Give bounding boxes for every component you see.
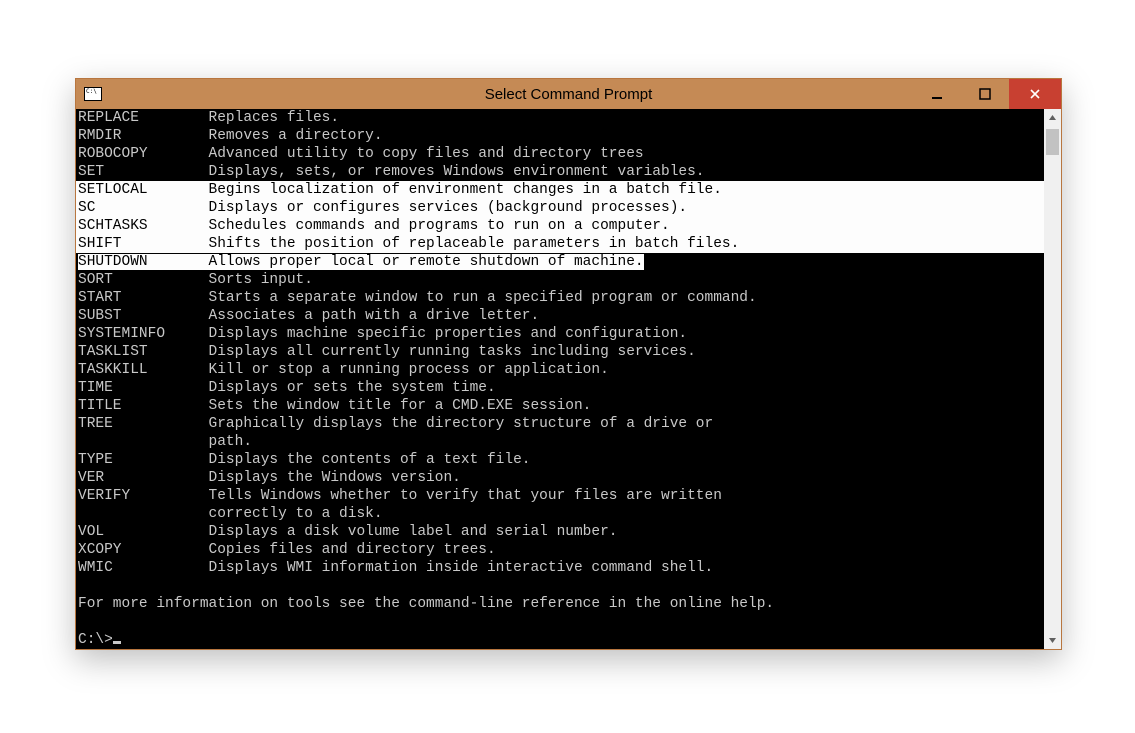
terminal-line: SETLOCAL Begins localization of environm…	[76, 181, 1044, 199]
terminal-line: REPLACE Replaces files.	[76, 109, 1044, 127]
minimize-button[interactable]	[913, 79, 961, 109]
terminal-output[interactable]: REPLACE Replaces files.RMDIR Removes a d…	[76, 109, 1044, 649]
system-menu-icon[interactable]	[84, 87, 102, 101]
close-button[interactable]	[1009, 79, 1061, 109]
terminal-line: SORT Sorts input.	[76, 271, 1044, 289]
titlebar[interactable]: Select Command Prompt	[76, 79, 1061, 109]
terminal-line: VOL Displays a disk volume label and ser…	[76, 523, 1044, 541]
terminal-line: SCHTASKS Schedules commands and programs…	[76, 217, 1044, 235]
terminal-line: ROBOCOPY Advanced utility to copy files …	[76, 145, 1044, 163]
client-area: REPLACE Replaces files.RMDIR Removes a d…	[76, 109, 1061, 649]
terminal-line: WMIC Displays WMI information inside int…	[76, 559, 1044, 577]
terminal-prompt[interactable]: C:\>	[76, 631, 1044, 649]
terminal-line: path.	[76, 433, 1044, 451]
cursor	[113, 641, 121, 644]
window-buttons	[913, 79, 1061, 109]
terminal-line: SET Displays, sets, or removes Windows e…	[76, 163, 1044, 181]
terminal-line: START Starts a separate window to run a …	[76, 289, 1044, 307]
scroll-down-button[interactable]	[1044, 632, 1061, 649]
terminal-line: TASKLIST Displays all currently running …	[76, 343, 1044, 361]
scrollbar-thumb[interactable]	[1046, 129, 1059, 155]
terminal-line: SC Displays or configures services (back…	[76, 199, 1044, 217]
terminal-line: correctly to a disk.	[76, 505, 1044, 523]
terminal-line: VERIFY Tells Windows whether to verify t…	[76, 487, 1044, 505]
terminal-line: SHIFT Shifts the position of replaceable…	[76, 235, 1044, 253]
terminal-line: TASKKILL Kill or stop a running process …	[76, 361, 1044, 379]
terminal-line: XCOPY Copies files and directory trees.	[76, 541, 1044, 559]
terminal-line	[76, 577, 1044, 595]
terminal-line: VER Displays the Windows version.	[76, 469, 1044, 487]
terminal-line: TREE Graphically displays the directory …	[76, 415, 1044, 433]
vertical-scrollbar[interactable]	[1044, 109, 1061, 649]
terminal-footer: For more information on tools see the co…	[76, 595, 1044, 613]
terminal-line: TIME Displays or sets the system time.	[76, 379, 1044, 397]
maximize-button[interactable]	[961, 79, 1009, 109]
terminal-line	[76, 613, 1044, 631]
terminal-line: TITLE Sets the window title for a CMD.EX…	[76, 397, 1044, 415]
terminal-line: SYSTEMINFO Displays machine specific pro…	[76, 325, 1044, 343]
terminal-line: SHUTDOWN Allows proper local or remote s…	[76, 253, 1044, 271]
terminal-line: SUBST Associates a path with a drive let…	[76, 307, 1044, 325]
command-prompt-window: Select Command Prompt REPLACE Replaces f…	[75, 78, 1062, 650]
terminal-line: TYPE Displays the contents of a text fil…	[76, 451, 1044, 469]
terminal-line: RMDIR Removes a directory.	[76, 127, 1044, 145]
scroll-up-button[interactable]	[1044, 109, 1061, 126]
scrollbar-track[interactable]	[1044, 126, 1061, 632]
